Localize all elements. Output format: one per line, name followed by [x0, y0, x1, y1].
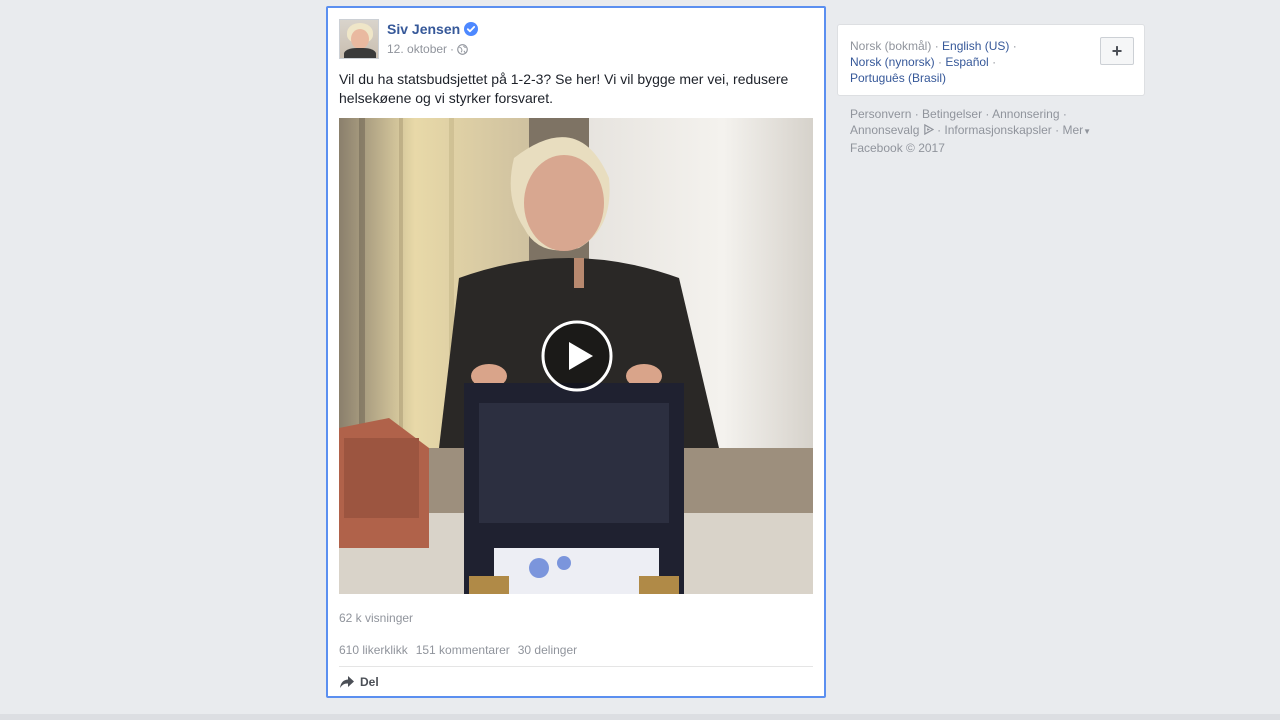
likes-link[interactable]: 610 likerklikk — [339, 643, 408, 657]
author-name-link[interactable]: Siv Jensen — [387, 21, 460, 37]
footer-terms[interactable]: Betingelser — [922, 107, 982, 121]
footer-links: Personvern · Betingelser · Annonsering ·… — [850, 107, 1092, 155]
share-label: Del — [360, 675, 379, 689]
post-card: Siv Jensen 12. oktober · Vil du ha stats… — [326, 6, 826, 698]
language-spanish[interactable]: Español — [945, 55, 988, 69]
divider — [339, 666, 813, 667]
post-text: Vil du ha statsbudsjettet på 1-2-3? Se h… — [339, 71, 789, 106]
footer-privacy[interactable]: Personvern — [850, 107, 911, 121]
footer-advertising[interactable]: Annonsering — [992, 107, 1059, 121]
comments-link[interactable]: 151 kommentarer — [416, 643, 510, 657]
video-player[interactable] — [339, 118, 813, 594]
language-portuguese[interactable]: Português (Brasil) — [850, 71, 946, 85]
post-meta: 12. oktober · — [387, 42, 468, 56]
language-english[interactable]: English (US) — [942, 39, 1009, 53]
share-arrow-icon — [340, 676, 354, 688]
view-count: 62 k visninger — [339, 611, 414, 625]
meta-separator: · — [450, 42, 455, 56]
globe-icon[interactable] — [457, 43, 468, 55]
post-date-link[interactable]: 12. oktober — [387, 42, 447, 56]
engagement-stats: 610 likerklikk 151 kommentarer 30 deling… — [339, 643, 577, 657]
caret-down-icon: ▼ — [1083, 127, 1092, 136]
footer-cookies[interactable]: Informasjonskapsler — [944, 123, 1051, 137]
footer-more[interactable]: Mer▼ — [1062, 123, 1091, 137]
footer-copyright: Facebook © 2017 — [850, 141, 945, 155]
bottom-bar — [0, 714, 1280, 720]
add-language-button[interactable]: + — [1100, 37, 1134, 65]
footer-more-label: Mer — [1062, 123, 1084, 137]
language-list: Norsk (bokmål) · English (US) · Norsk (n… — [850, 39, 1017, 85]
shares-link[interactable]: 30 delinger — [518, 643, 577, 657]
author-avatar[interactable] — [339, 19, 379, 59]
adchoices-icon[interactable] — [923, 124, 934, 135]
author-header: Siv Jensen — [387, 21, 479, 37]
share-button[interactable]: Del — [339, 675, 379, 689]
language-current: Norsk (bokmål) — [850, 39, 932, 53]
verified-badge-icon — [464, 22, 479, 36]
play-icon[interactable] — [541, 320, 613, 392]
language-selector: Norsk (bokmål) · English (US) · Norsk (n… — [837, 24, 1145, 96]
language-nynorsk[interactable]: Norsk (nynorsk) — [850, 55, 935, 69]
footer-adchoices[interactable]: Annonsevalg — [850, 123, 919, 137]
